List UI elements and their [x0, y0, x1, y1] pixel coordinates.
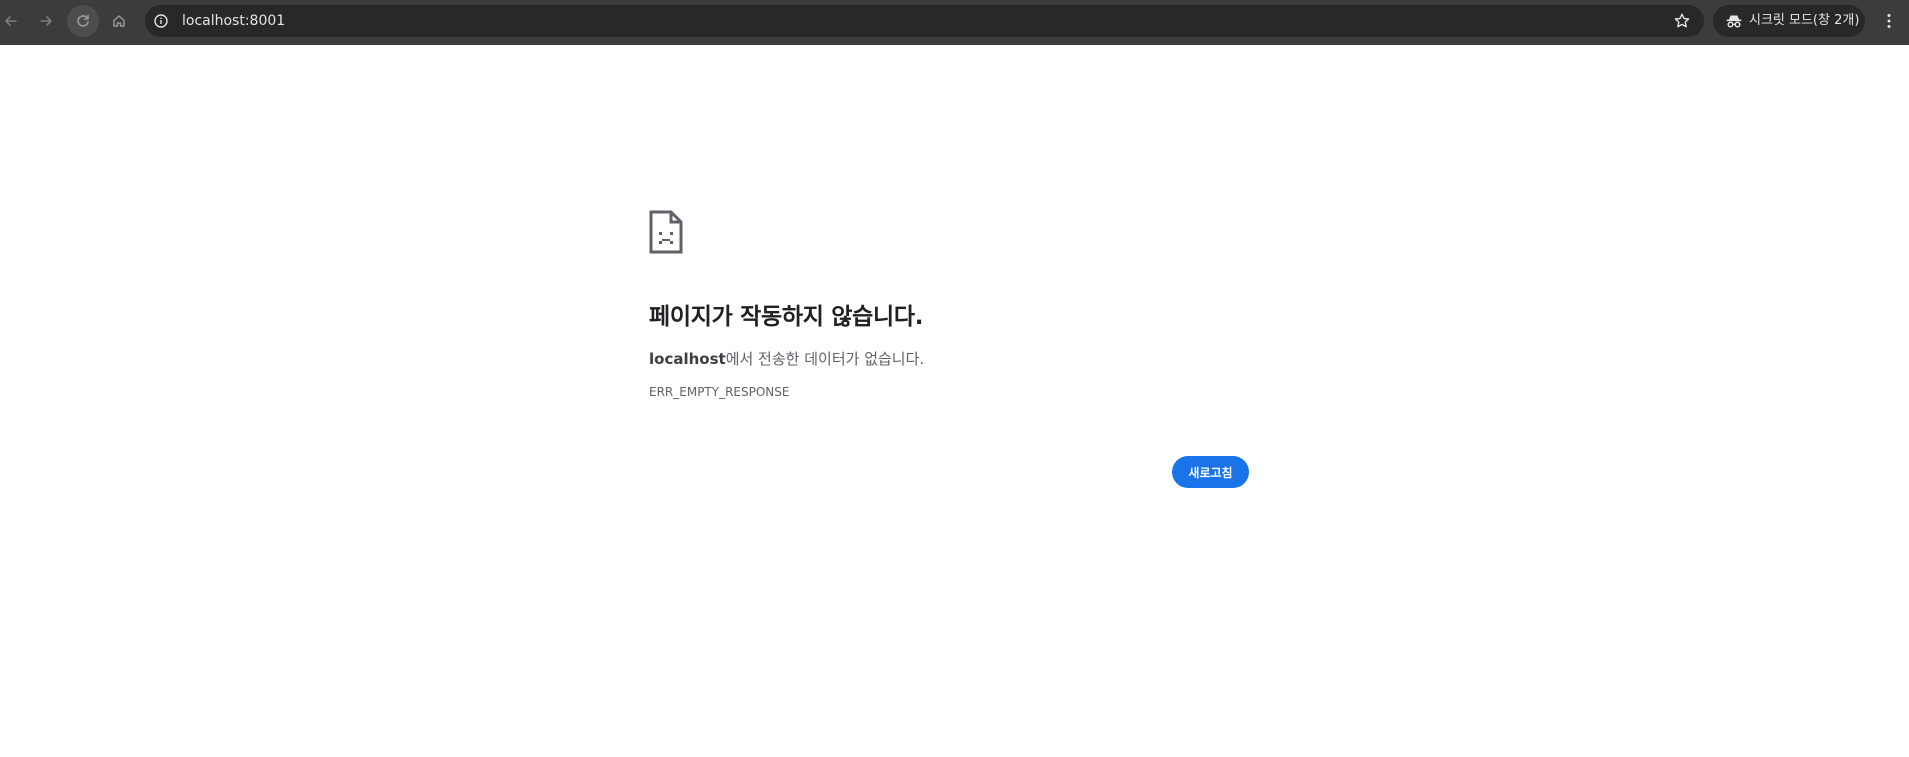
incognito-icon	[1724, 11, 1744, 31]
error-host: localhost	[649, 350, 726, 368]
arrow-right-icon	[40, 16, 52, 26]
error-code: ERR_EMPTY_RESPONSE	[649, 385, 790, 399]
error-title: 페이지가 작동하지 않습니다.	[649, 304, 924, 330]
reload-toolbar-button[interactable]	[67, 5, 99, 37]
back-button[interactable]	[0, 5, 27, 37]
incognito-indicator[interactable]: 시크릿 모드(창 2개)	[1713, 5, 1865, 37]
info-icon[interactable]	[151, 11, 171, 31]
arrow-left-icon	[5, 16, 17, 26]
menu-button[interactable]	[1875, 6, 1903, 36]
reload-button[interactable]: 새로고침	[1172, 456, 1249, 488]
url-text[interactable]: localhost:8001	[182, 5, 285, 37]
error-description: localhost에서 전송한 데이터가 없습니다.	[649, 348, 924, 369]
error-description-text: 에서 전송한 데이터가 없습니다.	[725, 350, 925, 368]
browser-toolbar: localhost:8001 시크릿 모드(창 2개)	[0, 0, 1909, 45]
incognito-label: 시크릿 모드(창 2개)	[1749, 13, 1860, 28]
sad-document-icon	[649, 210, 683, 254]
reload-icon	[77, 14, 89, 27]
forward-button[interactable]	[30, 5, 62, 37]
home-button[interactable]	[103, 5, 135, 37]
star-icon[interactable]	[1672, 11, 1692, 31]
home-icon	[113, 15, 125, 27]
address-bar[interactable]: localhost:8001	[145, 5, 1704, 37]
kebab-menu-icon	[1887, 14, 1891, 28]
